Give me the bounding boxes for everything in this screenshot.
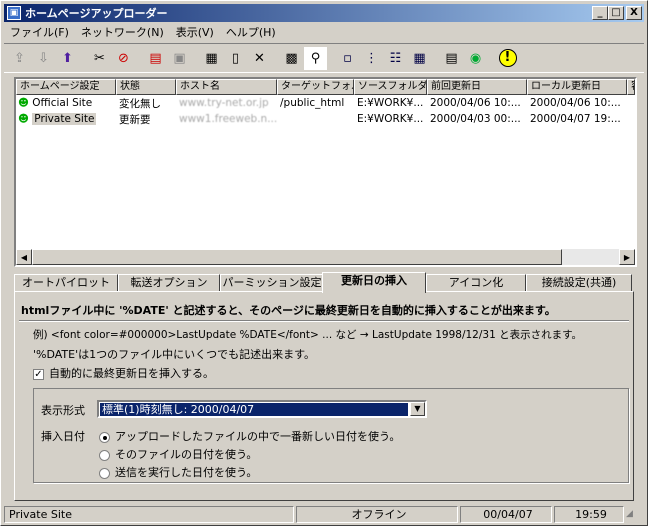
menu-file[interactable]: ファイル(F) xyxy=(4,24,75,40)
format-label: 表示形式 xyxy=(41,404,85,417)
resize-grip-icon[interactable]: ◢ xyxy=(626,506,640,524)
site-source: E:¥WORK¥... xyxy=(357,97,424,109)
col-size[interactable]: 容 xyxy=(627,79,635,95)
status-date: 00/04/07 xyxy=(460,506,552,523)
site-list[interactable]: ホームページ設定 状態 ホスト名 ターゲットフォル... ソースフォルダ 前回更… xyxy=(14,77,637,267)
format-select[interactable]: 標準(1)時刻無し: 2000/04/07 ▼ xyxy=(97,400,427,418)
divider xyxy=(19,320,629,322)
title-bar[interactable]: ▣ ホームページアップローダー _ □ X xyxy=(4,4,644,22)
radio-newest-file[interactable]: アップロードしたファイルの中で一番新しい日付を使う。 xyxy=(99,428,400,444)
date-label: 挿入日付 xyxy=(41,430,85,443)
example-text: 例) <font color=#000000>LastUpdate %DATE<… xyxy=(33,329,583,341)
details-icon[interactable]: ▦ xyxy=(408,47,431,70)
user-icon: ☻ xyxy=(18,97,29,109)
menu-bar: ファイル(F) ネットワーク(N) 表示(V) ヘルプ(H) xyxy=(4,23,282,41)
site-host: www1.freeweb.n... xyxy=(179,113,277,125)
radio-file-date[interactable]: そのファイルの日付を使う。 xyxy=(99,446,257,462)
scroll-left-icon[interactable]: ◀ xyxy=(16,249,32,265)
col-local-update[interactable]: ローカル更新日 xyxy=(527,79,627,95)
radio-send-date[interactable]: 送信を実行した日付を使う。 xyxy=(99,464,257,480)
tab-strip: オートパイロット 転送オプション パーミッション設定 更新日の挿入 アイコン化 … xyxy=(14,272,634,293)
site-status: 変化無し xyxy=(119,97,161,110)
download-icon[interactable]: ⇩ xyxy=(32,47,55,70)
col-last-update[interactable]: 前回更新日 xyxy=(427,79,527,95)
main-window: ▣ ホームページアップローダー _ □ X ファイル(F) ネットワーク(N) … xyxy=(0,0,648,526)
site-name: Private Site xyxy=(32,113,97,125)
toolbar: ⇪ ⇩ ⬆ ✂ ⊘ ▤ ▣ ▦ ▯ ✕ ▩ ⚲ ▫ ⋮ ☷ ▦ ▤ ◉ ! xyxy=(4,43,644,73)
tab-permissions[interactable]: パーミッション設定 xyxy=(220,274,324,292)
scroll-right-icon[interactable]: ▶ xyxy=(619,249,635,265)
tab-connection[interactable]: 接続設定(共通) xyxy=(526,274,632,292)
table-row[interactable]: ☻ Official Site 変化無し www.try-net.or.jp /… xyxy=(16,95,635,111)
col-site[interactable]: ホームページ設定 xyxy=(16,79,116,95)
large-icons-icon[interactable]: ▫ xyxy=(336,47,359,70)
cut-icon[interactable]: ✂ xyxy=(88,47,111,70)
site-target: /public_html xyxy=(280,97,345,109)
site-last-update: 2000/04/03 00:... xyxy=(430,113,521,125)
scroll-thumb[interactable] xyxy=(32,249,562,265)
settings-icon[interactable]: ▩ xyxy=(280,47,303,70)
table-row[interactable]: ☻ Private Site 更新要 www1.freeweb.n... E:¥… xyxy=(16,111,635,127)
stop-icon[interactable]: ⊘ xyxy=(112,47,135,70)
tab-autopilot[interactable]: オートパイロット xyxy=(14,274,118,292)
site-name: Official Site xyxy=(32,97,93,109)
site-status: 更新要 xyxy=(119,113,151,126)
site-host: www.try-net.or.jp xyxy=(179,97,269,109)
status-time: 19:59 xyxy=(554,506,624,523)
note-text: '%DATE'は1つのファイル中にいくつでも記述出来ます。 xyxy=(33,348,316,361)
site-source: E:¥WORK¥... xyxy=(357,113,424,125)
radio-icon[interactable] xyxy=(99,449,110,461)
receive-icon[interactable]: ▣ xyxy=(168,47,191,70)
radio-icon[interactable] xyxy=(99,467,110,479)
upload-icon[interactable]: ⇪ xyxy=(8,47,31,70)
site-local-update: 2000/04/07 19:... xyxy=(530,113,621,125)
log-icon[interactable]: ▤ xyxy=(440,47,463,70)
search-icon[interactable]: ⚲ xyxy=(304,46,327,70)
chevron-down-icon[interactable]: ▼ xyxy=(410,402,425,416)
tab-iconize[interactable]: アイコン化 xyxy=(426,274,526,292)
new-icon[interactable]: ▯ xyxy=(224,47,247,70)
app-icon: ▣ xyxy=(7,6,21,20)
web-icon[interactable]: ◉ xyxy=(464,47,487,70)
menu-help[interactable]: ヘルプ(H) xyxy=(220,24,282,40)
maximize-button[interactable]: □ xyxy=(608,6,624,20)
send-icon[interactable]: ▤ xyxy=(144,47,167,70)
site-local-update: 2000/04/06 10:... xyxy=(530,97,621,109)
delete-icon[interactable]: ✕ xyxy=(248,47,271,70)
close-button[interactable]: X xyxy=(626,6,642,20)
checkbox-checked-icon[interactable]: ✓ xyxy=(33,368,44,380)
status-site: Private Site xyxy=(4,506,294,523)
menu-view[interactable]: 表示(V) xyxy=(170,24,220,40)
horizontal-scrollbar[interactable]: ◀ ▶ xyxy=(16,249,635,265)
user-icon: ☻ xyxy=(18,113,29,125)
menu-network[interactable]: ネットワーク(N) xyxy=(75,24,170,40)
status-connection: オフライン xyxy=(296,506,458,523)
site-last-update: 2000/04/06 10:... xyxy=(430,97,521,109)
col-host[interactable]: ホスト名 xyxy=(176,79,277,95)
properties-icon[interactable]: ▦ xyxy=(200,47,223,70)
col-target[interactable]: ターゲットフォル... xyxy=(277,79,354,95)
up-arrow-icon[interactable]: ⬆ xyxy=(56,47,79,70)
col-status[interactable]: 状態 xyxy=(116,79,176,95)
small-icons-icon[interactable]: ⋮ xyxy=(360,47,383,70)
insert-date-panel: htmlファイル中に '%DATE' と記述すると、そのページに最終更新日を自動… xyxy=(14,291,634,501)
status-bar: Private Site オフライン 00/04/07 19:59 ◢ xyxy=(4,506,644,524)
list-icon[interactable]: ☷ xyxy=(384,47,407,70)
minimize-button[interactable]: _ xyxy=(592,6,608,20)
col-source[interactable]: ソースフォルダ xyxy=(354,79,427,95)
radio-selected-icon[interactable] xyxy=(99,431,110,443)
panel-heading: htmlファイル中に '%DATE' と記述すると、そのページに最終更新日を自動… xyxy=(21,304,556,317)
auto-insert-checkbox[interactable]: ✓ 自動的に最終更新日を挿入する。 xyxy=(33,365,214,381)
tab-insert-date[interactable]: 更新日の挿入 xyxy=(322,272,426,293)
info-icon[interactable]: ! xyxy=(496,47,519,70)
tab-transfer-options[interactable]: 転送オプション xyxy=(118,274,220,292)
list-header: ホームページ設定 状態 ホスト名 ターゲットフォル... ソースフォルダ 前回更… xyxy=(16,79,635,95)
window-title: ホームページアップローダー xyxy=(25,7,168,20)
format-selected-value: 標準(1)時刻無し: 2000/04/07 xyxy=(100,403,408,416)
